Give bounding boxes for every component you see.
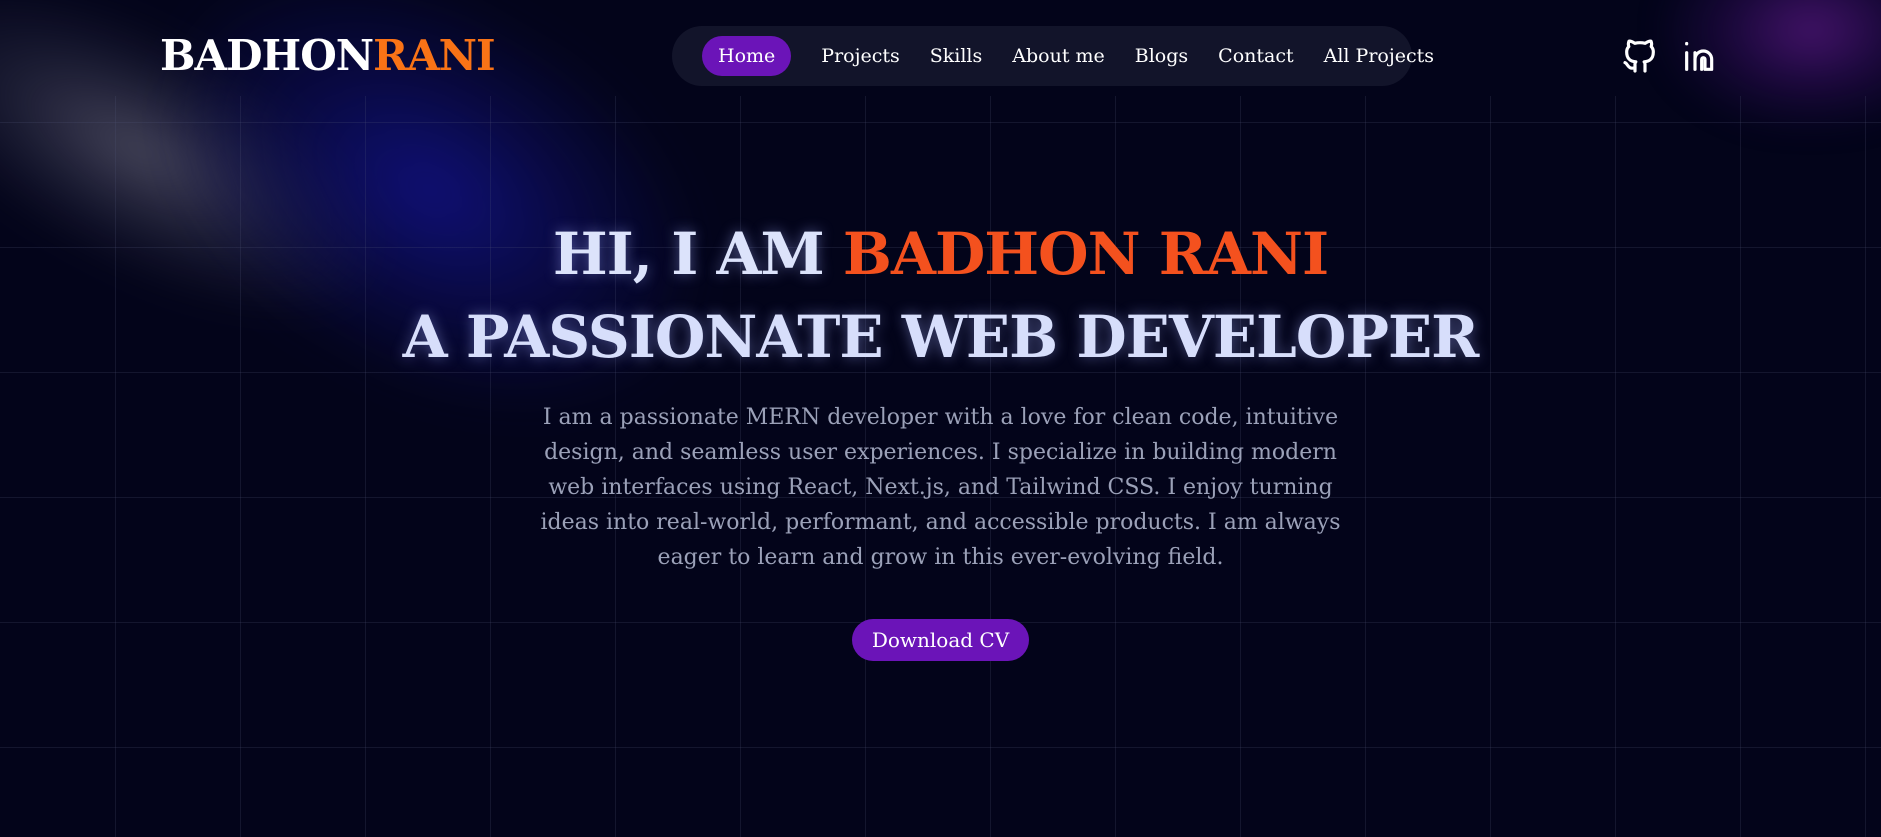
github-icon[interactable] <box>1620 36 1660 76</box>
hero-description: I am a passionate MERN developer with a … <box>540 405 1341 570</box>
hero-tagline: A PASSIONATE WEB DEVELOPER <box>402 303 1480 371</box>
nav-item-home[interactable]: Home <box>702 36 792 76</box>
nav-item-blogs[interactable]: Blogs <box>1135 36 1188 76</box>
logo-first-part: BADHON <box>160 31 374 80</box>
page: BADHONRANI Home Projects Skills About me… <box>0 0 1881 837</box>
site-header: BADHONRANI Home Projects Skills About me… <box>0 0 1881 96</box>
main-nav: Home Projects Skills About me Blogs Cont… <box>672 26 1434 86</box>
nav-item-contact[interactable]: Contact <box>1218 36 1293 76</box>
nav-item-projects[interactable]: Projects <box>821 36 899 76</box>
hero-section: HI, I AM BADHON RANI A PASSIONATE WEB DE… <box>0 210 1881 661</box>
linkedin-icon[interactable] <box>1680 36 1720 76</box>
hero-name: BADHON RANI <box>842 220 1329 288</box>
hero-greeting: HI, I AM <box>552 220 843 288</box>
nav-item-skills[interactable]: Skills <box>930 36 983 76</box>
site-logo[interactable]: BADHONRANI <box>160 28 496 84</box>
nav-item-about-me[interactable]: About me <box>1012 36 1105 76</box>
download-cv-button[interactable]: Download CV <box>851 619 1030 661</box>
logo-second-part: RANI <box>373 31 496 80</box>
hero-heading: HI, I AM BADHON RANI <box>0 210 1881 298</box>
nav-item-all-projects[interactable]: All Projects <box>1324 36 1434 76</box>
